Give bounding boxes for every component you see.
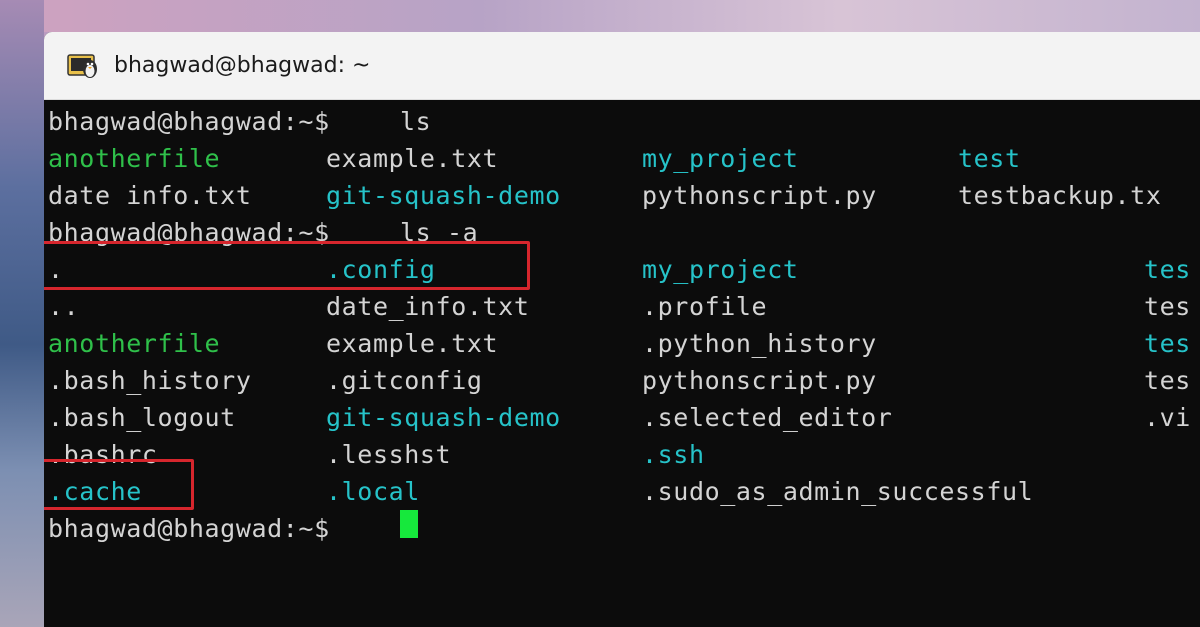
file-entry: .selected_editor: [642, 403, 893, 432]
file-entry: .bash_history: [48, 366, 252, 395]
ls-row: .cache .local .sudo_as_admin_successful: [44, 473, 1200, 510]
highlight-box-bashrc: [44, 459, 194, 510]
file-entry: date info.txt: [48, 181, 252, 210]
directory-entry: .ssh: [642, 440, 705, 469]
directory-entry: .local: [326, 477, 420, 506]
window-titlebar[interactable]: bhagwad@bhagwad: ~: [44, 32, 1200, 100]
directory-entry: my_project: [642, 255, 799, 284]
file-entry: .lesshst: [326, 440, 452, 469]
terminal-line: bhagwad@bhagwad:~$: [44, 510, 1200, 547]
file-entry: .profile: [642, 292, 768, 321]
file-entry: .python_history: [642, 329, 877, 358]
directory-entry: tes: [1144, 255, 1191, 284]
ls-row: .bashrc .lesshst .ssh: [44, 436, 1200, 473]
ls-row: anotherfile example.txt .python_history …: [44, 325, 1200, 362]
command: ls: [400, 107, 432, 136]
ls-row: .bash_history .gitconfig pythonscript.py…: [44, 362, 1200, 399]
ls-row: date info.txt git-squash-demo pythonscri…: [44, 177, 1200, 214]
file-entry: anotherfile: [48, 329, 221, 358]
ls-row: .. date_info.txt .profile tes: [44, 288, 1200, 325]
penguin-terminal-icon: [66, 49, 100, 83]
directory-entry: git-squash-demo: [326, 403, 561, 432]
file-entry: anotherfile: [48, 144, 221, 173]
ls-row: .bash_logout git-squash-demo .selected_e…: [44, 399, 1200, 436]
terminal-output[interactable]: bhagwad@bhagwad:~$ ls anotherfile exampl…: [44, 100, 1200, 627]
file-entry: example.txt: [326, 329, 499, 358]
prompt: bhagwad@bhagwad:~$: [48, 514, 330, 543]
file-entry: tes: [1144, 366, 1191, 395]
file-entry: date_info.txt: [326, 292, 530, 321]
directory-entry: git-squash-demo: [326, 181, 561, 210]
file-entry: .bash_logout: [48, 403, 236, 432]
terminal-window: bhagwad@bhagwad: ~ bhagwad@bhagwad:~$ ls…: [44, 32, 1200, 627]
file-entry: example.txt: [326, 144, 499, 173]
file-entry: testbackup.tx: [958, 181, 1162, 210]
file-entry: .vi: [1144, 403, 1191, 432]
directory-entry: test: [958, 144, 1021, 173]
window-title: bhagwad@bhagwad: ~: [114, 53, 371, 78]
file-entry: pythonscript.py: [642, 366, 877, 395]
terminal-line: bhagwad@bhagwad:~$ ls: [44, 103, 1200, 140]
prompt: bhagwad@bhagwad:~$: [48, 107, 330, 136]
directory-entry: my_project: [642, 144, 799, 173]
terminal-cursor[interactable]: [400, 510, 418, 538]
file-entry: pythonscript.py: [642, 181, 877, 210]
file-entry: tes: [1144, 292, 1191, 321]
ls-row: anotherfile example.txt my_project test: [44, 140, 1200, 177]
file-entry: .gitconfig: [326, 366, 483, 395]
directory-entry: tes: [1144, 329, 1191, 358]
desktop-background-left: [0, 0, 44, 627]
desktop-background-top: [0, 0, 1200, 32]
file-entry: .sudo_as_admin_successful: [642, 477, 1034, 506]
file-entry: ..: [48, 292, 80, 321]
highlight-box-ls-a: [44, 241, 530, 290]
